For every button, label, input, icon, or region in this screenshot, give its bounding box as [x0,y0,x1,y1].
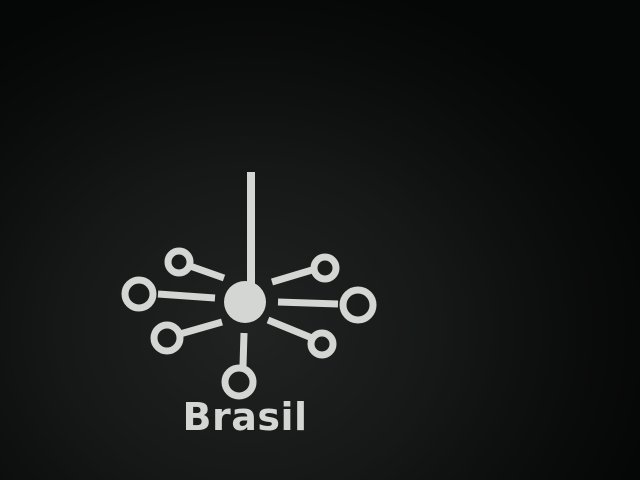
spoke-upper-right [270,266,314,286]
spoke-lower-left [179,318,223,338]
spoke-bottom [239,332,248,367]
node-bottom [221,364,257,400]
spoke-lower-right [266,316,314,342]
node-upper-left [164,247,194,277]
spoke-right [277,298,339,308]
hub-center [224,281,266,323]
node-lower-left [150,321,184,355]
node-upper-right [310,253,340,283]
brand-caption: Brasil [182,395,308,439]
spoke-upper-left [188,262,226,282]
node-right [339,286,377,324]
node-left [121,276,157,312]
node-lower-right [307,329,337,359]
spoke-left [157,290,216,302]
